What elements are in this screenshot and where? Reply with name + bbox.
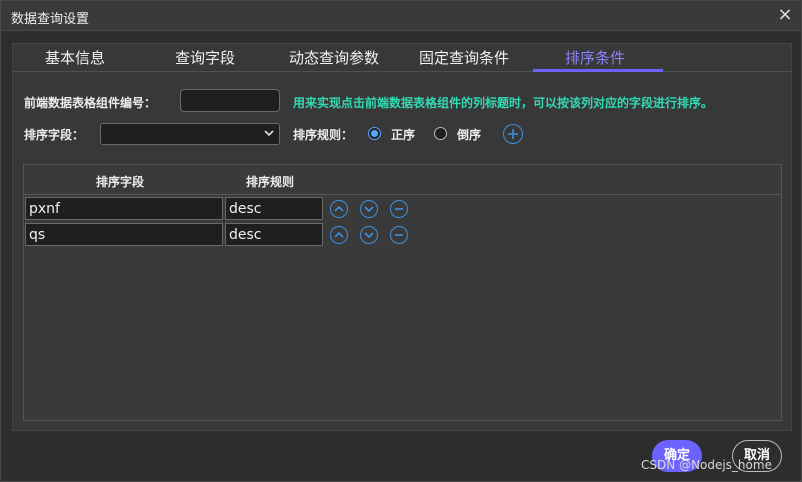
sort-field-label: 排序字段： xyxy=(24,128,85,142)
hint-text: 用来实现点击前端数据表格组件的列标题时，可以按该列对应的字段进行排序。 xyxy=(293,96,714,110)
close-button[interactable]: × xyxy=(775,6,795,26)
radio-ascending[interactable] xyxy=(368,127,381,140)
minus-circle-icon xyxy=(395,208,403,210)
chevron-down-icon xyxy=(364,232,374,239)
tab-query-fields[interactable]: 查询字段 xyxy=(175,47,235,73)
add-sort-button[interactable] xyxy=(503,124,523,144)
radio-ascending-label: 正序 xyxy=(391,128,416,142)
watermark-text: CSDN @Nodejs_home xyxy=(641,458,772,472)
active-tab-indicator xyxy=(533,69,663,72)
grid-header: 排序字段 排序规则 xyxy=(24,165,781,195)
column-header-rule: 排序规则 xyxy=(246,175,295,189)
radio-descending[interactable] xyxy=(434,127,447,140)
dialog-window: 数据查询设置 × 基本信息 查询字段 动态查询参数 固定查询条件 排序条件 前端… xyxy=(0,0,802,482)
component-id-input[interactable] xyxy=(180,89,280,112)
move-down-button[interactable] xyxy=(360,200,378,218)
sort-grid: 排序字段 排序规则 pxnf desc qs desc xyxy=(23,164,782,421)
settings-panel: 基本信息 查询字段 动态查询参数 固定查询条件 排序条件 前端数据表格组件编号：… xyxy=(12,43,792,431)
row-rule-cell[interactable]: desc xyxy=(225,223,323,246)
sort-field-select[interactable] xyxy=(100,123,280,145)
tab-basic-info[interactable]: 基本信息 xyxy=(45,47,105,73)
tab-dynamic-params[interactable]: 动态查询参数 xyxy=(289,47,379,73)
tab-bar: 基本信息 查询字段 动态查询参数 固定查询条件 排序条件 xyxy=(13,44,791,72)
move-down-button[interactable] xyxy=(360,226,378,244)
component-id-label: 前端数据表格组件编号： xyxy=(24,96,157,110)
chevron-up-icon xyxy=(334,231,344,238)
remove-row-button[interactable] xyxy=(390,200,408,218)
remove-row-button[interactable] xyxy=(390,226,408,244)
plus-circle-icon xyxy=(508,129,518,139)
row-field-cell[interactable]: qs xyxy=(25,223,223,246)
chevron-down-icon xyxy=(364,206,374,213)
move-up-button[interactable] xyxy=(330,226,348,244)
move-up-button[interactable] xyxy=(330,200,348,218)
radio-descending-label: 倒序 xyxy=(457,128,482,142)
tab-fixed-conditions[interactable]: 固定查询条件 xyxy=(419,47,509,73)
sort-rule-label: 排序规则： xyxy=(293,128,354,142)
title-bar: 数据查询设置 × xyxy=(1,1,801,31)
dialog-title: 数据查询设置 xyxy=(11,12,90,27)
row-rule-cell[interactable]: desc xyxy=(225,197,323,220)
row-field-cell[interactable]: pxnf xyxy=(25,197,223,220)
chevron-down-icon xyxy=(263,127,275,141)
chevron-up-icon xyxy=(334,205,344,212)
column-header-field: 排序字段 xyxy=(96,175,145,189)
minus-circle-icon xyxy=(395,234,403,236)
